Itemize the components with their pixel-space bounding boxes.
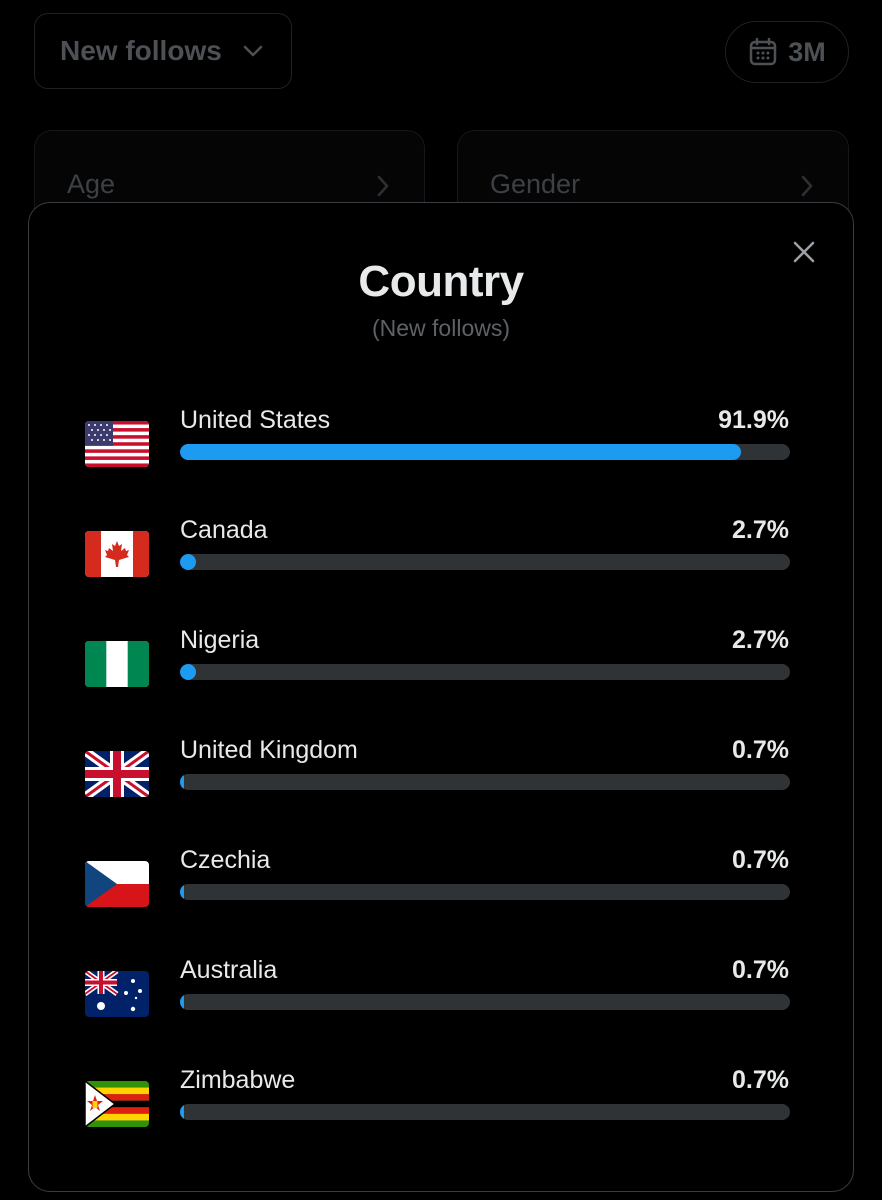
country-name: United States: [180, 406, 331, 434]
chevron-right-icon: [377, 175, 389, 197]
modal-title: Country: [358, 257, 524, 306]
country-name: Czechia: [180, 846, 271, 874]
country-percent: 2.7%: [732, 626, 789, 654]
country-row: United States 91.9%: [29, 403, 853, 513]
country-row: Australia 0.7%: [29, 953, 853, 1063]
metric-dropdown[interactable]: New follows: [34, 13, 292, 89]
country-percent: 0.7%: [732, 956, 789, 984]
progress-fill: [180, 884, 185, 900]
country-name: Canada: [180, 516, 268, 544]
country-row: Zimbabwe 0.7%: [29, 1063, 853, 1173]
progress-fill: [180, 994, 185, 1010]
metric-dropdown-label: New follows: [60, 35, 222, 66]
zimbabwe-flag-icon: [85, 1081, 149, 1127]
canada-flag-icon: [85, 531, 149, 577]
country-name: Australia: [180, 956, 278, 984]
progress-track: [180, 994, 790, 1010]
progress-fill: [180, 774, 185, 790]
progress-track: [180, 884, 790, 900]
progress-track: [180, 444, 790, 460]
us-flag-icon: [85, 421, 149, 467]
screen: New follows 3M Age Gender Country (New f…: [0, 0, 882, 1200]
progress-fill: [180, 664, 197, 680]
nigeria-flag-icon: [85, 641, 149, 687]
country-name: Nigeria: [180, 626, 260, 654]
progress-fill: [180, 1104, 185, 1120]
country-name: United Kingdom: [180, 736, 358, 764]
country-row: United Kingdom 0.7%: [29, 733, 853, 843]
date-range-button[interactable]: 3M: [725, 21, 849, 83]
country-modal: Country (New follows) United States 91.9…: [28, 202, 854, 1192]
czechia-flag-icon: [85, 861, 149, 907]
country-row: Nigeria 2.7%: [29, 623, 853, 733]
country-percent: 91.9%: [718, 406, 789, 434]
modal-subtitle: (New follows): [371, 315, 511, 341]
progress-track: [180, 664, 790, 680]
age-card-label: Age: [67, 169, 116, 199]
country-percent: 2.7%: [732, 516, 789, 544]
progress-fill: [180, 554, 197, 570]
progress-fill: [180, 444, 741, 460]
country-row: Czechia 0.7%: [29, 843, 853, 953]
chevron-right-icon: [801, 175, 813, 197]
country-percent: 0.7%: [732, 846, 789, 874]
progress-track: [180, 1104, 790, 1120]
country-row: Canada 2.7%: [29, 513, 853, 623]
progress-track: [180, 554, 790, 570]
chevron-down-icon: [243, 45, 263, 57]
country-percent: 0.7%: [732, 1066, 789, 1094]
date-range-label: 3M: [788, 36, 826, 67]
uk-flag-icon: [85, 751, 149, 797]
calendar-icon: [749, 37, 777, 66]
gender-card-label: Gender: [490, 169, 581, 199]
australia-flag-icon: [85, 971, 149, 1017]
progress-track: [180, 774, 790, 790]
country-name: Zimbabwe: [180, 1066, 296, 1094]
country-percent: 0.7%: [732, 736, 789, 764]
